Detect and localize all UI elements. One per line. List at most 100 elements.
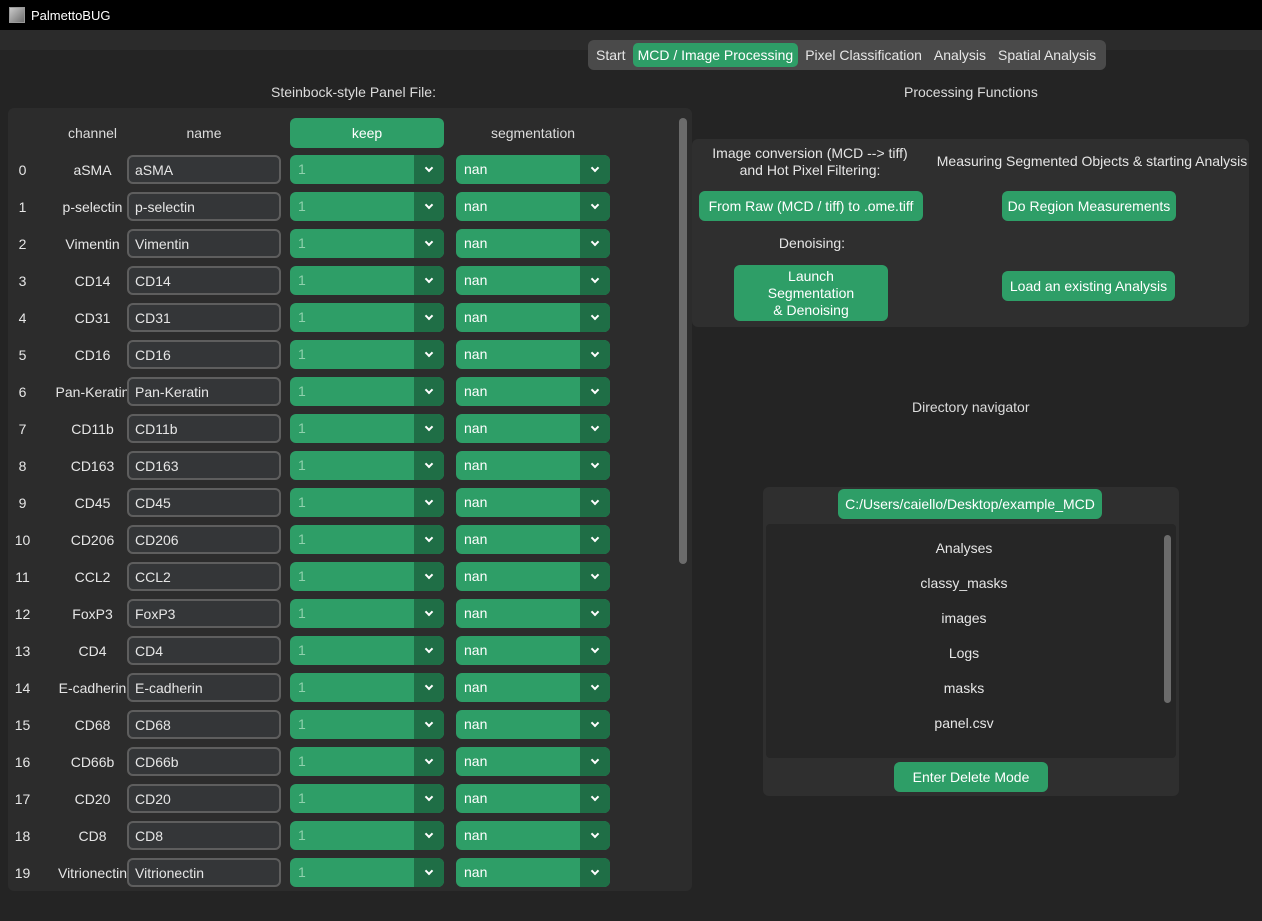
directory-item[interactable]: masks [766, 680, 1162, 696]
directory-item[interactable]: images [766, 610, 1162, 626]
tab-pixel-classification[interactable]: Pixel Classification [800, 43, 927, 67]
directory-path-button[interactable]: C:/Users/caiello/Desktop/example_MCD [838, 489, 1102, 519]
segmentation-dropdown[interactable]: nan [456, 562, 610, 591]
chevron-down-icon[interactable] [580, 673, 610, 702]
chevron-down-icon[interactable] [580, 192, 610, 221]
chevron-down-icon[interactable] [580, 821, 610, 850]
name-input[interactable]: FoxP3 [127, 599, 281, 628]
chevron-down-icon[interactable] [580, 451, 610, 480]
keep-dropdown[interactable]: 1 [290, 229, 444, 258]
keep-dropdown[interactable]: 1 [290, 747, 444, 776]
segmentation-dropdown[interactable]: nan [456, 784, 610, 813]
chevron-down-icon[interactable] [414, 784, 444, 813]
directory-item[interactable]: classy_masks [766, 575, 1162, 591]
name-input[interactable]: CD11b [127, 414, 281, 443]
segmentation-dropdown[interactable]: nan [456, 858, 610, 887]
tab-analysis[interactable]: Analysis [929, 43, 991, 67]
segmentation-dropdown[interactable]: nan [456, 340, 610, 369]
chevron-down-icon[interactable] [414, 858, 444, 887]
keep-dropdown[interactable]: 1 [290, 525, 444, 554]
chevron-down-icon[interactable] [414, 451, 444, 480]
convert-to-ome-tiff-button[interactable]: From Raw (MCD / tiff) to .ome.tiff [699, 191, 923, 221]
keep-dropdown[interactable]: 1 [290, 636, 444, 665]
chevron-down-icon[interactable] [414, 303, 444, 332]
segmentation-dropdown[interactable]: nan [456, 377, 610, 406]
region-measurements-button[interactable]: Do Region Measurements [1002, 191, 1176, 221]
name-input[interactable]: CD206 [127, 525, 281, 554]
keep-dropdown[interactable]: 1 [290, 377, 444, 406]
keep-column-button[interactable]: keep [290, 118, 444, 148]
name-input[interactable]: aSMA [127, 155, 281, 184]
chevron-down-icon[interactable] [414, 599, 444, 628]
keep-dropdown[interactable]: 1 [290, 192, 444, 221]
chevron-down-icon[interactable] [580, 747, 610, 776]
directory-item[interactable]: Analyses [766, 540, 1162, 556]
chevron-down-icon[interactable] [580, 414, 610, 443]
chevron-down-icon[interactable] [580, 266, 610, 295]
name-input[interactable]: CD8 [127, 821, 281, 850]
chevron-down-icon[interactable] [580, 599, 610, 628]
chevron-down-icon[interactable] [580, 377, 610, 406]
segmentation-dropdown[interactable]: nan [456, 488, 610, 517]
keep-dropdown[interactable]: 1 [290, 784, 444, 813]
keep-dropdown[interactable]: 1 [290, 673, 444, 702]
segmentation-dropdown[interactable]: nan [456, 599, 610, 628]
chevron-down-icon[interactable] [414, 340, 444, 369]
chevron-down-icon[interactable] [580, 562, 610, 591]
launch-segmentation-denoising-button[interactable]: Launch Segmentation & Denoising [734, 265, 888, 321]
chevron-down-icon[interactable] [580, 858, 610, 887]
segmentation-dropdown[interactable]: nan [456, 710, 610, 739]
segmentation-dropdown[interactable]: nan [456, 303, 610, 332]
name-input[interactable]: CCL2 [127, 562, 281, 591]
name-input[interactable]: CD66b [127, 747, 281, 776]
chevron-down-icon[interactable] [414, 229, 444, 258]
keep-dropdown[interactable]: 1 [290, 562, 444, 591]
chevron-down-icon[interactable] [414, 636, 444, 665]
chevron-down-icon[interactable] [580, 525, 610, 554]
keep-dropdown[interactable]: 1 [290, 599, 444, 628]
chevron-down-icon[interactable] [414, 414, 444, 443]
name-input[interactable]: Vimentin [127, 229, 281, 258]
name-input[interactable]: Pan-Keratin [127, 377, 281, 406]
keep-dropdown[interactable]: 1 [290, 266, 444, 295]
chevron-down-icon[interactable] [580, 488, 610, 517]
segmentation-dropdown[interactable]: nan [456, 747, 610, 776]
segmentation-dropdown[interactable]: nan [456, 673, 610, 702]
name-input[interactable]: CD4 [127, 636, 281, 665]
segmentation-dropdown[interactable]: nan [456, 525, 610, 554]
segmentation-dropdown[interactable]: nan [456, 636, 610, 665]
name-input[interactable]: CD14 [127, 266, 281, 295]
name-input[interactable]: CD16 [127, 340, 281, 369]
name-input[interactable]: CD45 [127, 488, 281, 517]
directory-scrollbar[interactable] [1164, 535, 1171, 703]
keep-dropdown[interactable]: 1 [290, 303, 444, 332]
chevron-down-icon[interactable] [414, 488, 444, 517]
chevron-down-icon[interactable] [414, 192, 444, 221]
chevron-down-icon[interactable] [414, 562, 444, 591]
tab-mcd-image-processing[interactable]: MCD / Image Processing [632, 43, 799, 67]
segmentation-dropdown[interactable]: nan [456, 414, 610, 443]
chevron-down-icon[interactable] [414, 525, 444, 554]
name-input[interactable]: E-cadherin [127, 673, 281, 702]
keep-dropdown[interactable]: 1 [290, 858, 444, 887]
chevron-down-icon[interactable] [414, 266, 444, 295]
panel-scrollbar[interactable] [679, 118, 687, 564]
chevron-down-icon[interactable] [580, 155, 610, 184]
segmentation-dropdown[interactable]: nan [456, 451, 610, 480]
chevron-down-icon[interactable] [414, 710, 444, 739]
keep-dropdown[interactable]: 1 [290, 488, 444, 517]
segmentation-dropdown[interactable]: nan [456, 229, 610, 258]
tab-start[interactable]: Start [591, 43, 631, 67]
segmentation-dropdown[interactable]: nan [456, 266, 610, 295]
name-input[interactable]: CD20 [127, 784, 281, 813]
name-input[interactable]: CD163 [127, 451, 281, 480]
chevron-down-icon[interactable] [580, 229, 610, 258]
enter-delete-mode-button[interactable]: Enter Delete Mode [894, 762, 1048, 792]
load-analysis-button[interactable]: Load an existing Analysis [1002, 271, 1175, 301]
directory-item[interactable]: panel.csv [766, 715, 1162, 731]
chevron-down-icon[interactable] [580, 636, 610, 665]
name-input[interactable]: p-selectin [127, 192, 281, 221]
name-input[interactable]: CD31 [127, 303, 281, 332]
chevron-down-icon[interactable] [414, 673, 444, 702]
chevron-down-icon[interactable] [414, 377, 444, 406]
